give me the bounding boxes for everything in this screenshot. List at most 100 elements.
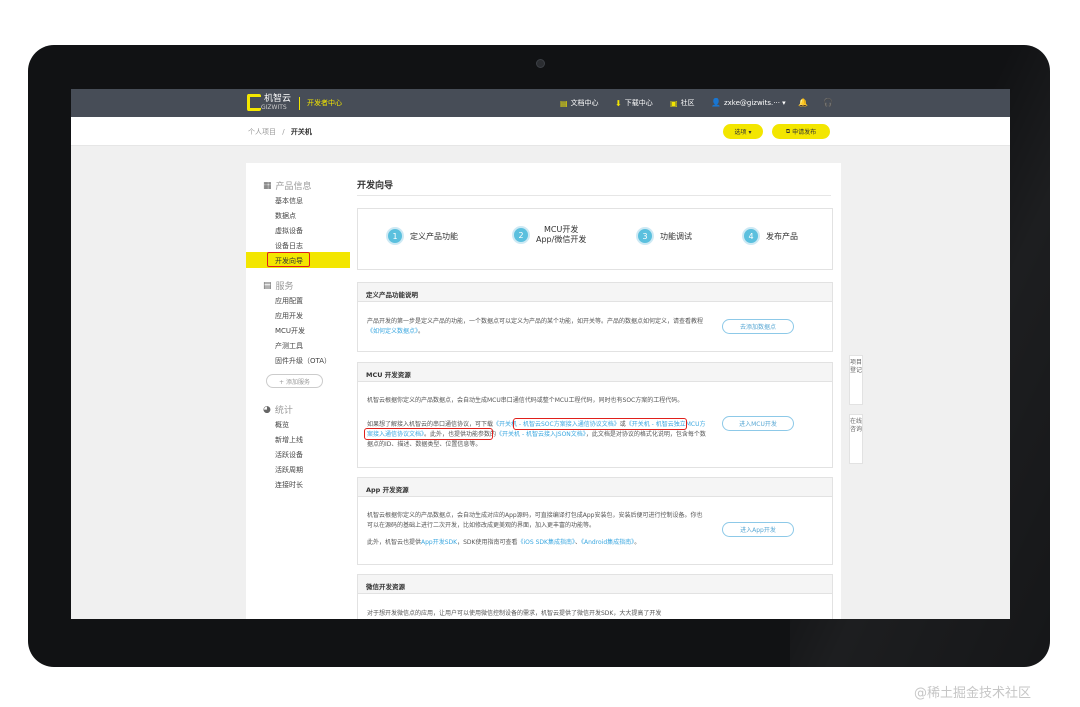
app-text-2: 此外，机智云也提供App开发SDK，SDK使用指南可查看《iOS SDK集成指南…	[367, 538, 707, 548]
title-divider	[357, 195, 831, 196]
sidebar-item-active-period[interactable]: 活跃周期	[275, 465, 303, 475]
step-number: 4	[742, 227, 760, 245]
app-text-2d: 。	[634, 539, 641, 546]
step-2[interactable]: 2 MCU开发 App/微信开发	[512, 225, 586, 245]
step-label: MCU开发 App/微信开发	[536, 225, 586, 245]
step-label: 定义产品功能	[410, 231, 458, 241]
mcu-text-2a: 如果想了解接入机智云的串口通信协议，可下载	[367, 421, 494, 428]
logo-sub: GIZWITS	[261, 103, 287, 111]
panel-text-body: 产品开发的第一步是定义产品的功能，一个数据点可以定义为产品的某个功能，如开关等。…	[367, 318, 704, 325]
sidebar-item-active-devices[interactable]: 活跃设备	[275, 450, 303, 460]
step-label-line1: MCU开发	[543, 225, 579, 234]
sidebar-item-basic-info[interactable]: 基本信息	[275, 196, 303, 206]
project-register-tab[interactable]: 项目登记	[849, 355, 863, 405]
gizwits-logo-icon	[247, 94, 261, 111]
top-navbar: 机智云 GIZWITS 开发者中心 ▤ 文档中心 ⬇ 下载中心 ▣ 社区 👤 z…	[71, 89, 1010, 117]
camera-icon	[536, 59, 545, 68]
sidebar-item-app-config[interactable]: 应用配置	[275, 296, 303, 306]
user-label: zxke@gizwits.··· ▾	[723, 98, 786, 107]
app-text-2b: ，SDK使用指南可查看	[457, 539, 518, 546]
user-icon: 👤	[711, 98, 721, 107]
community-link[interactable]: ▣ 社区	[670, 98, 695, 108]
sidebar-item-overview[interactable]: 概览	[275, 420, 289, 430]
panel-app-resources: App 开发资源 机智云根据你定义的产品数据点，会自动生成对应的App源码，可直…	[357, 477, 833, 565]
sidebar-item-new-online[interactable]: 新增上线	[275, 435, 303, 445]
sidebar-item-datapoints[interactable]: 数据点	[275, 211, 296, 221]
sidebar-item-connect-duration[interactable]: 连接时长	[275, 480, 303, 490]
panel-text: 产品开发的第一步是定义产品的功能，一个数据点可以定义为产品的某个功能，如开关等。…	[367, 317, 707, 337]
breadcrumb-parent[interactable]: 个人项目	[248, 128, 276, 136]
step-number: 1	[386, 227, 404, 245]
panel-mcu-resources: MCU 开发资源 机智云根据你定义的产品数据点，会自动生成MCU串口通信代码或整…	[357, 362, 833, 468]
sidebar: ▦ 产品信息 基本信息 数据点 虚拟设备 设备日志 开发向导 ▤ 服务 应用配置…	[246, 163, 350, 619]
online-consult-tab[interactable]: 在线咨询	[849, 414, 863, 464]
android-guide-link[interactable]: 《Android集成指南》	[581, 539, 634, 546]
watermark: @稀土掘金技术社区	[914, 686, 1032, 701]
external-link-icon: ⧉	[785, 127, 791, 135]
content-card: ▦ 产品信息 基本信息 数据点 虚拟设备 设备日志 开发向导 ▤ 服务 应用配置…	[246, 163, 841, 619]
dev-center-link[interactable]: 开发者中心	[307, 98, 342, 108]
grid-icon: ▦	[263, 180, 272, 191]
wechat-text: 对于想开发微信点的应用，让用户可以使用微信控制设备的需求，机智云提供了微信开发S…	[367, 610, 662, 617]
sidebar-section-label: 统计	[274, 406, 293, 416]
soc-doc-highlight	[513, 418, 687, 430]
mcu-text-1: 机智云根据你定义的产品数据点，会自动生成MCU串口通信代码或整个MCU工程代码，…	[367, 397, 684, 404]
sidebar-item-dev-guide[interactable]: 开发向导	[246, 252, 350, 268]
panel-define-product: 定义产品功能说明 产品开发的第一步是定义产品的功能，一个数据点可以定义为产品的某…	[357, 282, 833, 352]
sidebar-item-test-tools[interactable]: 产测工具	[275, 341, 303, 351]
step-1[interactable]: 1 定义产品功能	[386, 227, 458, 245]
panel-wechat-resources: 微信开发资源 对于想开发微信点的应用，让用户可以使用微信控制设备的需求，机智云提…	[357, 574, 833, 619]
docs-label: 文档中心	[570, 99, 599, 107]
nav-divider	[299, 97, 300, 110]
app-sdk-link[interactable]: App开发SDK	[421, 539, 457, 546]
ios-sdk-guide-link[interactable]: 《iOS SDK集成指南》	[517, 539, 574, 546]
breadcrumb: 个人项目 / 开关机	[248, 127, 312, 137]
breadcrumb-separator: /	[282, 128, 285, 136]
bell-icon: 🔔	[798, 98, 808, 107]
json-doc-link[interactable]: 《开关机 - 机智云接入JSON文档》	[496, 431, 586, 438]
sidebar-item-virtual-device[interactable]: 虚拟设备	[275, 226, 303, 236]
add-service-button[interactable]: + 添加服务	[266, 374, 323, 388]
page-title: 开发向导	[357, 181, 394, 191]
add-datapoint-button[interactable]: 去添加数据点	[722, 319, 794, 334]
how-to-define-link[interactable]: 《如何定义数据点》	[367, 328, 418, 335]
step-3[interactable]: 3 功能调试	[636, 227, 692, 245]
publish-button[interactable]: ⧉ 申请发布	[772, 124, 830, 139]
app-text-1: 机智云根据你定义的产品数据点，会自动生成对应的App源码，可直接编译打包成App…	[367, 512, 703, 529]
sidebar-section-product: ▦ 产品信息	[263, 179, 312, 193]
panel-title: App 开发资源	[358, 478, 832, 497]
options-button[interactable]: 选项 ▾	[723, 124, 763, 139]
panel-title: MCU 开发资源	[358, 363, 832, 382]
user-menu[interactable]: 👤 zxke@gizwits.··· ▾	[711, 98, 786, 107]
docs-link[interactable]: ▤ 文档中心	[560, 98, 599, 108]
step-label: 发布产品	[766, 231, 798, 241]
download-icon: ⬇	[615, 98, 622, 108]
step-4[interactable]: 4 发布产品	[742, 227, 798, 245]
headset-icon: 🎧	[823, 98, 833, 107]
chat-icon: ▣	[670, 98, 678, 108]
mcu-doc-highlight	[364, 428, 493, 440]
sidebar-item-ota[interactable]: 固件升级（OTA）	[275, 356, 331, 366]
community-label: 社区	[680, 99, 695, 107]
sidebar-item-app-dev[interactable]: 应用开发	[275, 311, 303, 321]
support-button[interactable]: 🎧	[823, 98, 833, 107]
step-label-line2: App/微信开发	[536, 235, 587, 244]
enter-app-dev-button[interactable]: 进入App开发	[722, 522, 794, 537]
step-number: 2	[512, 226, 530, 244]
panel-text-end: 。	[418, 328, 425, 335]
step-number: 3	[636, 227, 654, 245]
sidebar-section-label: 服务	[275, 282, 294, 292]
sidebar-item-device-log[interactable]: 设备日志	[275, 241, 303, 251]
sidebar-section-stats: ◕ 统计	[263, 403, 293, 417]
sidebar-item-mcu-dev[interactable]: MCU开发	[275, 326, 305, 336]
notification-button[interactable]: 🔔	[798, 98, 808, 107]
sidebar-item-label: 开发向导	[275, 257, 303, 265]
device-screen: 机智云 GIZWITS 开发者中心 ▤ 文档中心 ⬇ 下载中心 ▣ 社区 👤 z…	[71, 89, 1010, 619]
enter-mcu-dev-button[interactable]: 进入MCU开发	[722, 416, 794, 431]
book-icon: ▤	[263, 280, 272, 291]
gizwits-logo[interactable]: 机智云 GIZWITS	[247, 94, 291, 111]
sub-header: 个人项目 / 开关机 选项 ▾ ⧉ 申请发布	[71, 117, 1010, 146]
sidebar-section-label: 产品信息	[275, 182, 312, 192]
download-label: 下载中心	[624, 99, 653, 107]
download-link[interactable]: ⬇ 下载中心	[615, 98, 653, 108]
